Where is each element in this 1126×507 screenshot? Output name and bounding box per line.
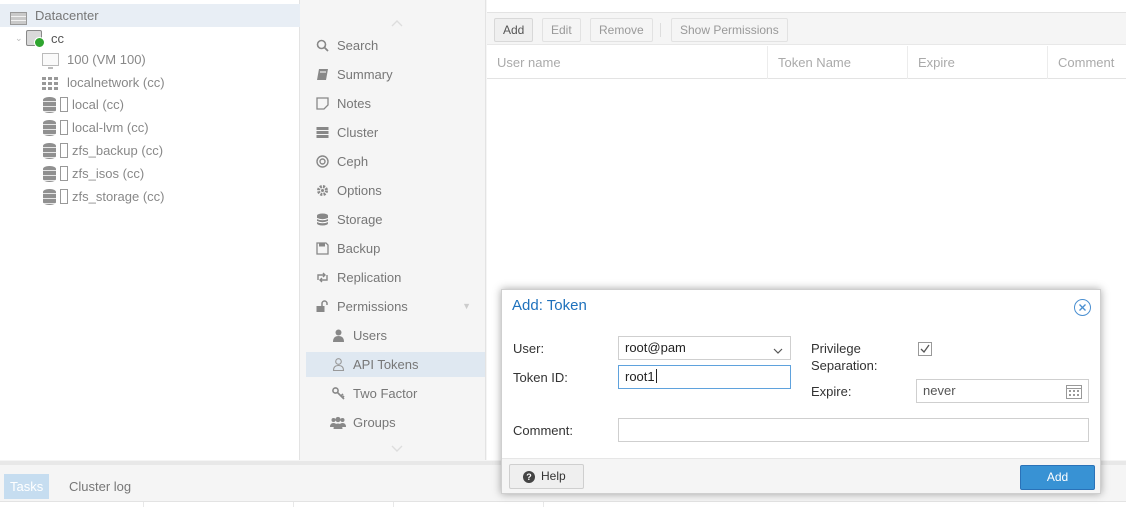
user-outline-icon <box>332 358 345 371</box>
tree-item-storage[interactable]: zfs_isos (cc) <box>0 162 300 185</box>
tree-item-storage[interactable]: local-lvm (cc) <box>0 116 300 139</box>
storage-icon <box>43 189 56 205</box>
privilege-separation-checkbox[interactable] <box>918 342 932 356</box>
tree-item-vm[interactable]: 100 (VM 100) <box>0 48 300 71</box>
grid-divider <box>143 502 144 507</box>
nav-item-backup[interactable]: Backup <box>306 236 485 261</box>
key-icon <box>332 387 345 400</box>
vm-icon <box>42 53 59 69</box>
column-user-name[interactable]: User name <box>487 46 768 79</box>
dialog-title: Add: Token <box>512 297 587 314</box>
grid-divider <box>543 502 544 507</box>
nav-item-summary[interactable]: Summary <box>306 62 485 87</box>
token-id-field[interactable]: root1 <box>618 365 791 389</box>
book-icon <box>316 68 329 81</box>
column-expire[interactable]: Expire <box>908 46 1048 79</box>
ceph-icon <box>316 155 329 168</box>
nav-item-groups[interactable]: Groups <box>306 410 485 435</box>
nav-item-cluster[interactable]: Cluster <box>306 120 485 145</box>
user-combobox[interactable]: root@pam <box>618 336 791 360</box>
nav-item-ceph[interactable]: Ceph <box>306 149 485 174</box>
grid-divider <box>393 502 394 507</box>
question-circle-icon: ? <box>523 471 535 483</box>
close-icon[interactable] <box>1074 299 1091 316</box>
storage-status-icon <box>60 166 68 181</box>
add-token-dialog: Add: Token User: root@pam Token ID: root… <box>501 289 1101 494</box>
token-id-label: Token ID: <box>513 370 568 385</box>
node-online-icon <box>26 30 45 48</box>
datacenter-icon <box>10 12 27 25</box>
network-icon <box>42 77 58 90</box>
config-nav: Search Summary Notes Cluster Ceph Option… <box>306 0 486 460</box>
scroll-down-icon[interactable] <box>391 442 403 454</box>
storage-icon <box>43 166 56 182</box>
remove-button[interactable]: Remove <box>590 18 653 42</box>
comment-field[interactable] <box>618 418 1089 442</box>
add-button[interactable]: Add <box>494 18 534 42</box>
toolbar-separator <box>660 23 661 37</box>
nav-item-replication[interactable]: Replication <box>306 265 485 290</box>
tab-tasks[interactable]: Tasks <box>4 474 50 499</box>
text-cursor <box>655 369 657 383</box>
column-token-name[interactable]: Token Name <box>768 46 908 79</box>
add-token-button[interactable]: Add <box>1020 465 1095 490</box>
server-icon <box>316 126 329 139</box>
nav-item-options[interactable]: Options <box>306 178 485 203</box>
storage-status-icon <box>60 97 68 112</box>
resource-tree: Datacenter ⌄ cc 100 (VM 100) localnetwor… <box>0 0 300 460</box>
tree-item-localnetwork[interactable]: localnetwork (cc) <box>0 71 300 94</box>
storage-icon <box>43 97 56 113</box>
gear-icon <box>316 184 329 197</box>
help-button[interactable]: ? Help <box>509 464 584 489</box>
column-comment[interactable]: Comment <box>1048 46 1126 79</box>
nav-item-users[interactable]: Users <box>306 323 485 348</box>
nav-item-storage[interactable]: Storage <box>306 207 485 232</box>
storage-icon <box>43 143 56 159</box>
calendar-icon[interactable] <box>1066 384 1082 399</box>
toolbar: Add Edit Remove Show Permissions <box>487 12 1126 45</box>
user-icon <box>332 329 345 342</box>
floppy-icon <box>316 242 329 255</box>
tree-item-storage[interactable]: zfs_storage (cc) <box>0 185 300 208</box>
show-permissions-button[interactable]: Show Permissions <box>671 18 788 42</box>
storage-status-icon <box>60 189 68 204</box>
tree-item-datacenter[interactable]: Datacenter <box>0 4 300 27</box>
sticky-note-icon <box>316 97 329 110</box>
nav-item-two-factor[interactable]: Two Factor <box>306 381 485 406</box>
user-value: root@pam <box>625 340 686 355</box>
users-icon <box>330 416 346 429</box>
expire-date-field[interactable]: never <box>916 379 1089 403</box>
chevron-down-icon[interactable] <box>772 342 784 354</box>
retweet-icon <box>316 271 329 284</box>
unlock-icon <box>316 300 329 313</box>
collapse-icon[interactable]: ⌄ <box>15 27 23 50</box>
dialog-footer: ? Help Add <box>502 458 1100 493</box>
token-id-value: root1 <box>625 369 655 384</box>
database-icon <box>316 213 329 226</box>
expire-value: never <box>923 383 956 398</box>
storage-status-icon <box>60 143 68 158</box>
edit-button[interactable]: Edit <box>542 18 581 42</box>
tree-item-storage[interactable]: local (cc) <box>0 93 300 116</box>
comment-label: Comment: <box>513 423 573 438</box>
nav-item-notes[interactable]: Notes <box>306 91 485 116</box>
nav-item-search[interactable]: Search <box>306 33 485 58</box>
expire-label: Expire: <box>811 384 852 399</box>
task-grid <box>0 501 1126 507</box>
search-icon <box>316 39 329 52</box>
nav-item-api-tokens[interactable]: API Tokens <box>306 352 485 377</box>
token-grid-header: User name Token Name Expire Comment <box>487 46 1126 79</box>
chevron-down-icon[interactable]: ▼ <box>462 294 471 319</box>
privilege-separation-label: Privilege Separation: <box>811 341 878 373</box>
tree-item-node[interactable]: ⌄ cc <box>0 27 300 50</box>
tab-cluster-log[interactable]: Cluster log <box>63 474 137 499</box>
nav-item-permissions[interactable]: Permissions ▼ <box>306 294 485 319</box>
scroll-up-icon[interactable] <box>391 18 403 30</box>
grid-divider <box>293 502 294 507</box>
tree-item-storage[interactable]: zfs_backup (cc) <box>0 139 300 162</box>
storage-status-icon <box>60 120 68 135</box>
storage-icon <box>43 120 56 136</box>
user-label: User: <box>513 341 545 356</box>
